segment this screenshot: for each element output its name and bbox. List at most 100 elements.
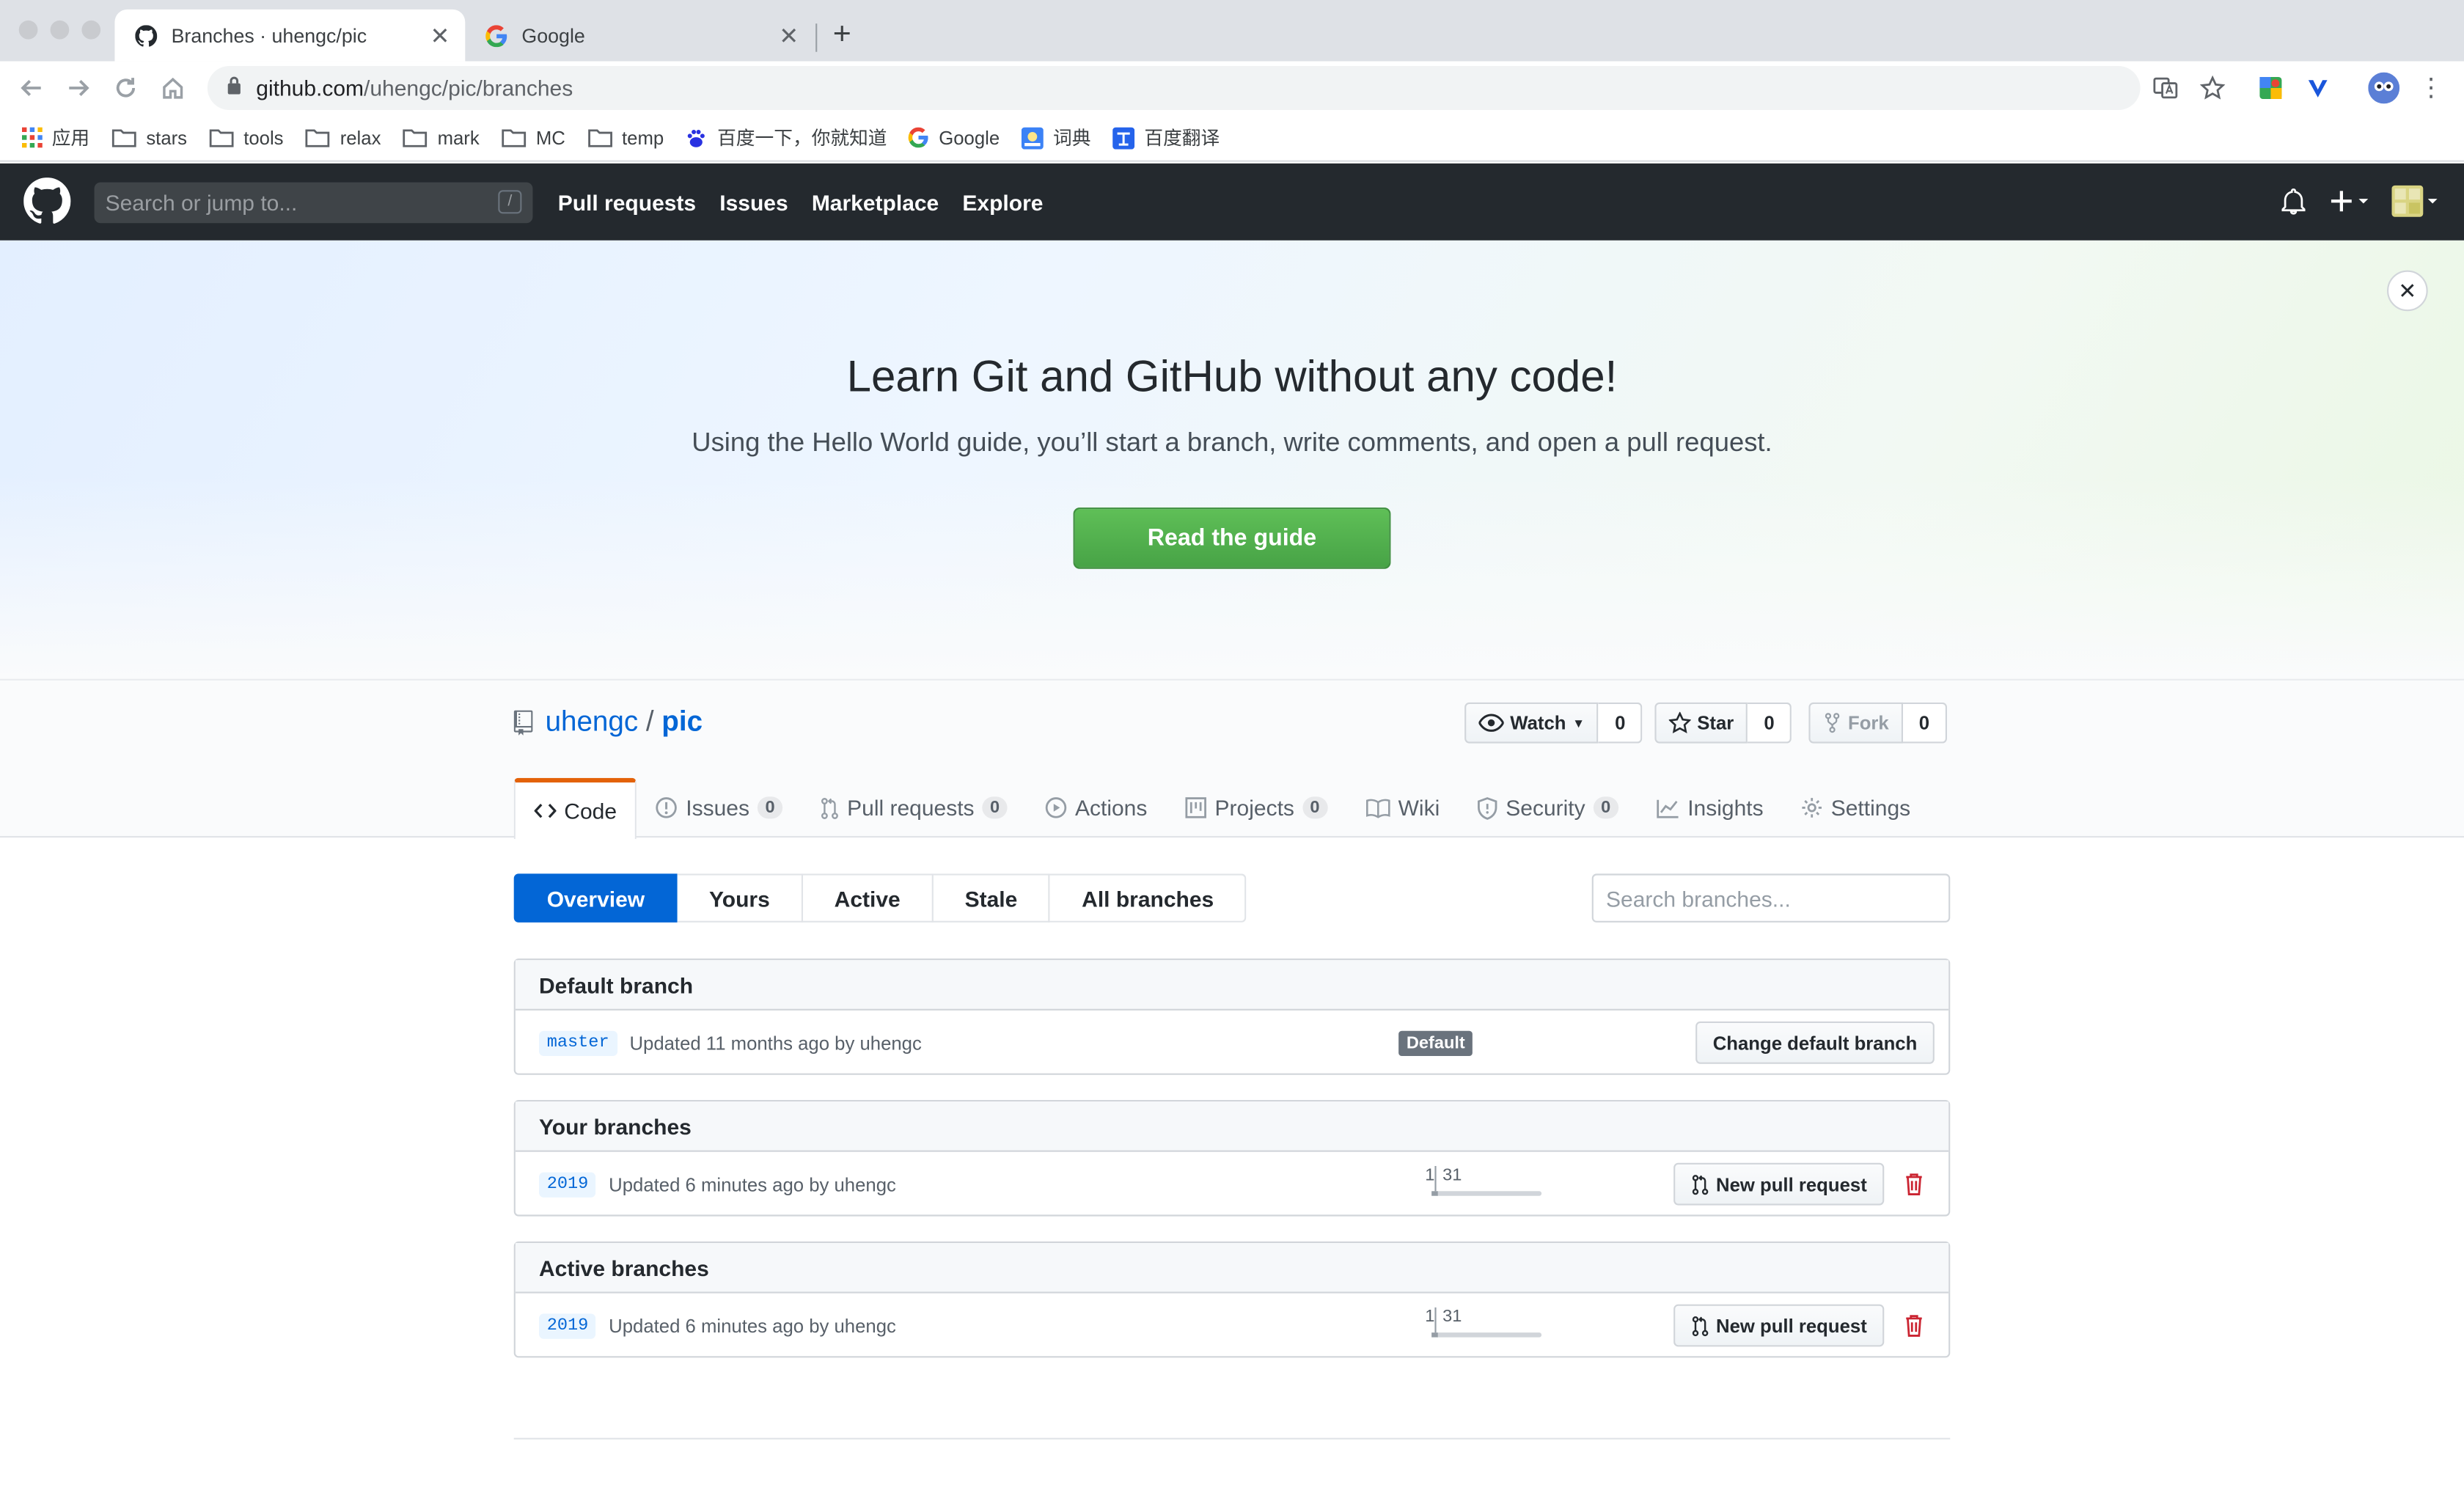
bookmark-dictionary[interactable]: 词典 [1022,124,1091,150]
shield-icon [1478,796,1498,819]
banner-title: Learn Git and GitHub without any code! [846,352,1618,401]
browser-tab-branches[interactable]: Branches · uhengc/pic ✕ [114,9,466,62]
bookmark-folder-relax[interactable]: relax [306,127,381,149]
branch-name-link[interactable]: 2019 [539,1313,597,1338]
tab-close-icon[interactable]: ✕ [428,23,452,49]
bookmark-folder-tools[interactable]: tools [209,127,284,149]
bookmark-label: temp [622,126,664,149]
new-tab-icon[interactable]: + [833,19,851,51]
window-zoom-button[interactable] [81,20,101,40]
extension-shield-icon[interactable] [2303,74,2332,103]
tab-issues[interactable]: Issues 0 [637,778,802,837]
branch-name-link[interactable]: 2019 [539,1171,597,1197]
user-avatar-menu[interactable] [2391,184,2438,219]
bookmark-star-icon[interactable] [2199,74,2227,103]
tab-wiki[interactable]: Wiki [1346,778,1459,837]
bookmark-folder-mark[interactable]: mark [403,127,480,149]
home-icon[interactable] [158,74,187,103]
tab-close-icon[interactable]: ✕ [777,23,802,49]
repo-owner-link[interactable]: uhengc [546,705,639,738]
your-branches-box: Your branches 2019 Updated 6 minutes ago… [513,1100,1951,1217]
filter-yours[interactable]: Yours [678,873,803,923]
your-branches-heading: Your branches [515,1101,1949,1152]
forward-arrow-icon[interactable] [65,74,93,103]
pull-request-icon [1691,1173,1710,1195]
nav-pull-requests[interactable]: Pull requests [558,190,696,215]
branch-name-link[interactable]: master [539,1030,617,1055]
bookmark-baidu[interactable]: 百度一下，你就知道 [686,124,887,150]
delete-branch-trash-icon[interactable] [1904,1173,1924,1196]
repo-icon [513,709,533,735]
github-logo-icon[interactable] [23,177,71,224]
star-count[interactable]: 0 [1748,702,1792,744]
filter-overview[interactable]: Overview [513,873,678,923]
tab-projects[interactable]: Projects 0 [1166,778,1346,837]
folder-icon [306,128,331,147]
graph-icon [1656,798,1679,818]
issue-icon [656,796,678,818]
bookmark-folder-temp[interactable]: temp [587,127,664,149]
repo-name-link[interactable]: pic [661,705,703,738]
banner-close-icon[interactable]: ✕ [2387,270,2428,312]
commits-behind-count: 1 [1425,1307,1435,1327]
filter-active[interactable]: Active [802,873,934,923]
tab-actions[interactable]: Actions [1027,778,1167,837]
tab-insights[interactable]: Insights [1638,778,1783,837]
lock-icon [227,74,242,103]
bookmark-folder-mc[interactable]: MC [502,127,565,149]
nav-issues[interactable]: Issues [719,190,788,215]
change-default-branch-button[interactable]: Change default branch [1695,1021,1935,1064]
create-new-plus-icon[interactable] [2331,188,2372,213]
watch-count[interactable]: 0 [1599,702,1643,744]
tab-security[interactable]: Security 0 [1459,778,1638,837]
new-pull-request-button[interactable]: New pull request [1673,1162,1885,1206]
window-close-button[interactable] [18,20,38,40]
browser-tab-google[interactable]: Google ✕ [465,10,814,62]
baidu-icon [686,127,708,149]
fork-button[interactable]: Fork [1808,702,1904,744]
browser-menu-icon[interactable]: ⋮ [2419,74,2443,102]
folder-icon [111,128,136,147]
active-branches-heading: Active branches [515,1243,1949,1294]
tab-label: Issues [686,795,750,821]
window-minimize-button[interactable] [50,20,70,40]
delete-branch-trash-icon[interactable] [1904,1313,1924,1337]
reload-icon[interactable] [111,74,140,103]
fork-count[interactable]: 0 [1903,702,1948,744]
tab-code[interactable]: Code [513,777,637,840]
tab-settings[interactable]: Settings [1782,778,1929,837]
bookmark-folder-stars[interactable]: stars [111,127,187,149]
back-arrow-icon[interactable] [18,74,46,103]
star-button[interactable]: Star [1654,702,1748,744]
notifications-bell-icon[interactable] [2281,188,2306,215]
watch-button[interactable]: Watch ▼ [1464,702,1599,744]
watch-group: Watch ▼ 0 [1464,702,1643,744]
tab-counter: 0 [1593,796,1618,819]
tab-counter: 0 [757,796,783,819]
profile-avatar[interactable] [2366,72,2401,104]
bookmark-baidu-translate[interactable]: 百度翻译 [1112,124,1220,150]
pull-request-icon [821,796,840,819]
bookmark-apps[interactable]: 应用 [22,124,89,150]
pull-request-icon [1691,1315,1710,1337]
branch-row-2019: 2019 Updated 6 minutes ago by uhengc 1 3… [516,1294,1948,1358]
github-search-input[interactable] [94,188,486,217]
new-pull-request-button[interactable]: New pull request [1673,1304,1885,1347]
read-the-guide-button[interactable]: Read the guide [1073,507,1391,569]
repo-path-separator: / [645,705,654,737]
repo-nav: Code Issues 0 Pull requests 0 Actions Pr… [513,777,1929,840]
search-branches-input[interactable] [1591,873,1951,923]
filter-all-branches[interactable]: All branches [1050,873,1247,923]
nav-marketplace[interactable]: Marketplace [812,190,939,215]
extension-maps-icon[interactable] [2256,74,2285,103]
bookmark-google[interactable]: Google [909,127,1000,149]
translate-icon[interactable] [2152,74,2180,103]
fork-icon [1823,712,1842,734]
nav-explore[interactable]: Explore [962,190,1043,215]
behind-bar [1431,1191,1438,1196]
tab-label: Projects [1214,795,1294,821]
filter-stale[interactable]: Stale [933,873,1051,923]
github-search-box: / [94,182,533,224]
tab-pull-requests[interactable]: Pull requests 0 [802,778,1027,837]
address-bar[interactable]: github.com/uhengc/pic/branches [207,66,2141,110]
